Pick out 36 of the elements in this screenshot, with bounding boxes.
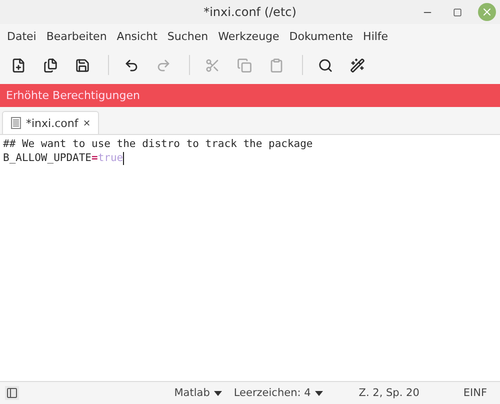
cut-icon (205, 58, 220, 72)
documents-icon (43, 58, 58, 72)
insert-mode: EINF (463, 387, 487, 399)
cursor-position: Z. 2, Sp. 20 (358, 387, 420, 399)
close-icon (481, 6, 493, 18)
sidebar-icon (6, 387, 18, 399)
window-title: *inxi.conf (/etc) (204, 5, 296, 19)
redo-icon (156, 58, 171, 72)
search-icon (318, 58, 333, 72)
undo-icon (124, 58, 139, 72)
maximize-icon (452, 8, 462, 16)
indent-dropdown[interactable]: Leerzeichen: 4 (234, 387, 323, 399)
document-tab[interactable]: *inxi.conf × (2, 111, 100, 134)
code-line: ## We want to use the distro to track the package (3, 137, 314, 151)
caret-icon (214, 390, 222, 396)
language-dropdown[interactable]: Matlab (174, 387, 222, 399)
paste-icon (269, 58, 284, 72)
save-icon (75, 58, 90, 72)
sidebar-toggle-button[interactable] (5, 386, 19, 400)
text-editor[interactable]: ## We want to use the distro to track the package B_ALLOW_UPDATE=true (0, 135, 500, 381)
menu-item[interactable]: Ansicht (112, 30, 162, 42)
menu-item[interactable]: Bearbeiten (41, 30, 112, 42)
menu-item[interactable]: Werkzeuge (213, 30, 284, 42)
tab-label: *inxi.conf (26, 116, 78, 130)
menu-item[interactable]: Dokumente (284, 30, 358, 42)
replace-icon (350, 58, 365, 72)
tab-close-button[interactable]: × (83, 116, 90, 130)
copy-icon (237, 58, 252, 72)
info-text: Erhöhte Berechtigungen (6, 89, 140, 102)
document-icon (11, 117, 21, 129)
menu-item[interactable]: Suchen (162, 30, 214, 42)
menu-item[interactable]: Hilfe (358, 30, 394, 42)
menu-item[interactable]: Datei (2, 30, 42, 42)
new-document-icon (11, 58, 26, 72)
code-line: B_ALLOW_UPDATE=true (3, 151, 126, 165)
caret-icon (314, 390, 323, 396)
